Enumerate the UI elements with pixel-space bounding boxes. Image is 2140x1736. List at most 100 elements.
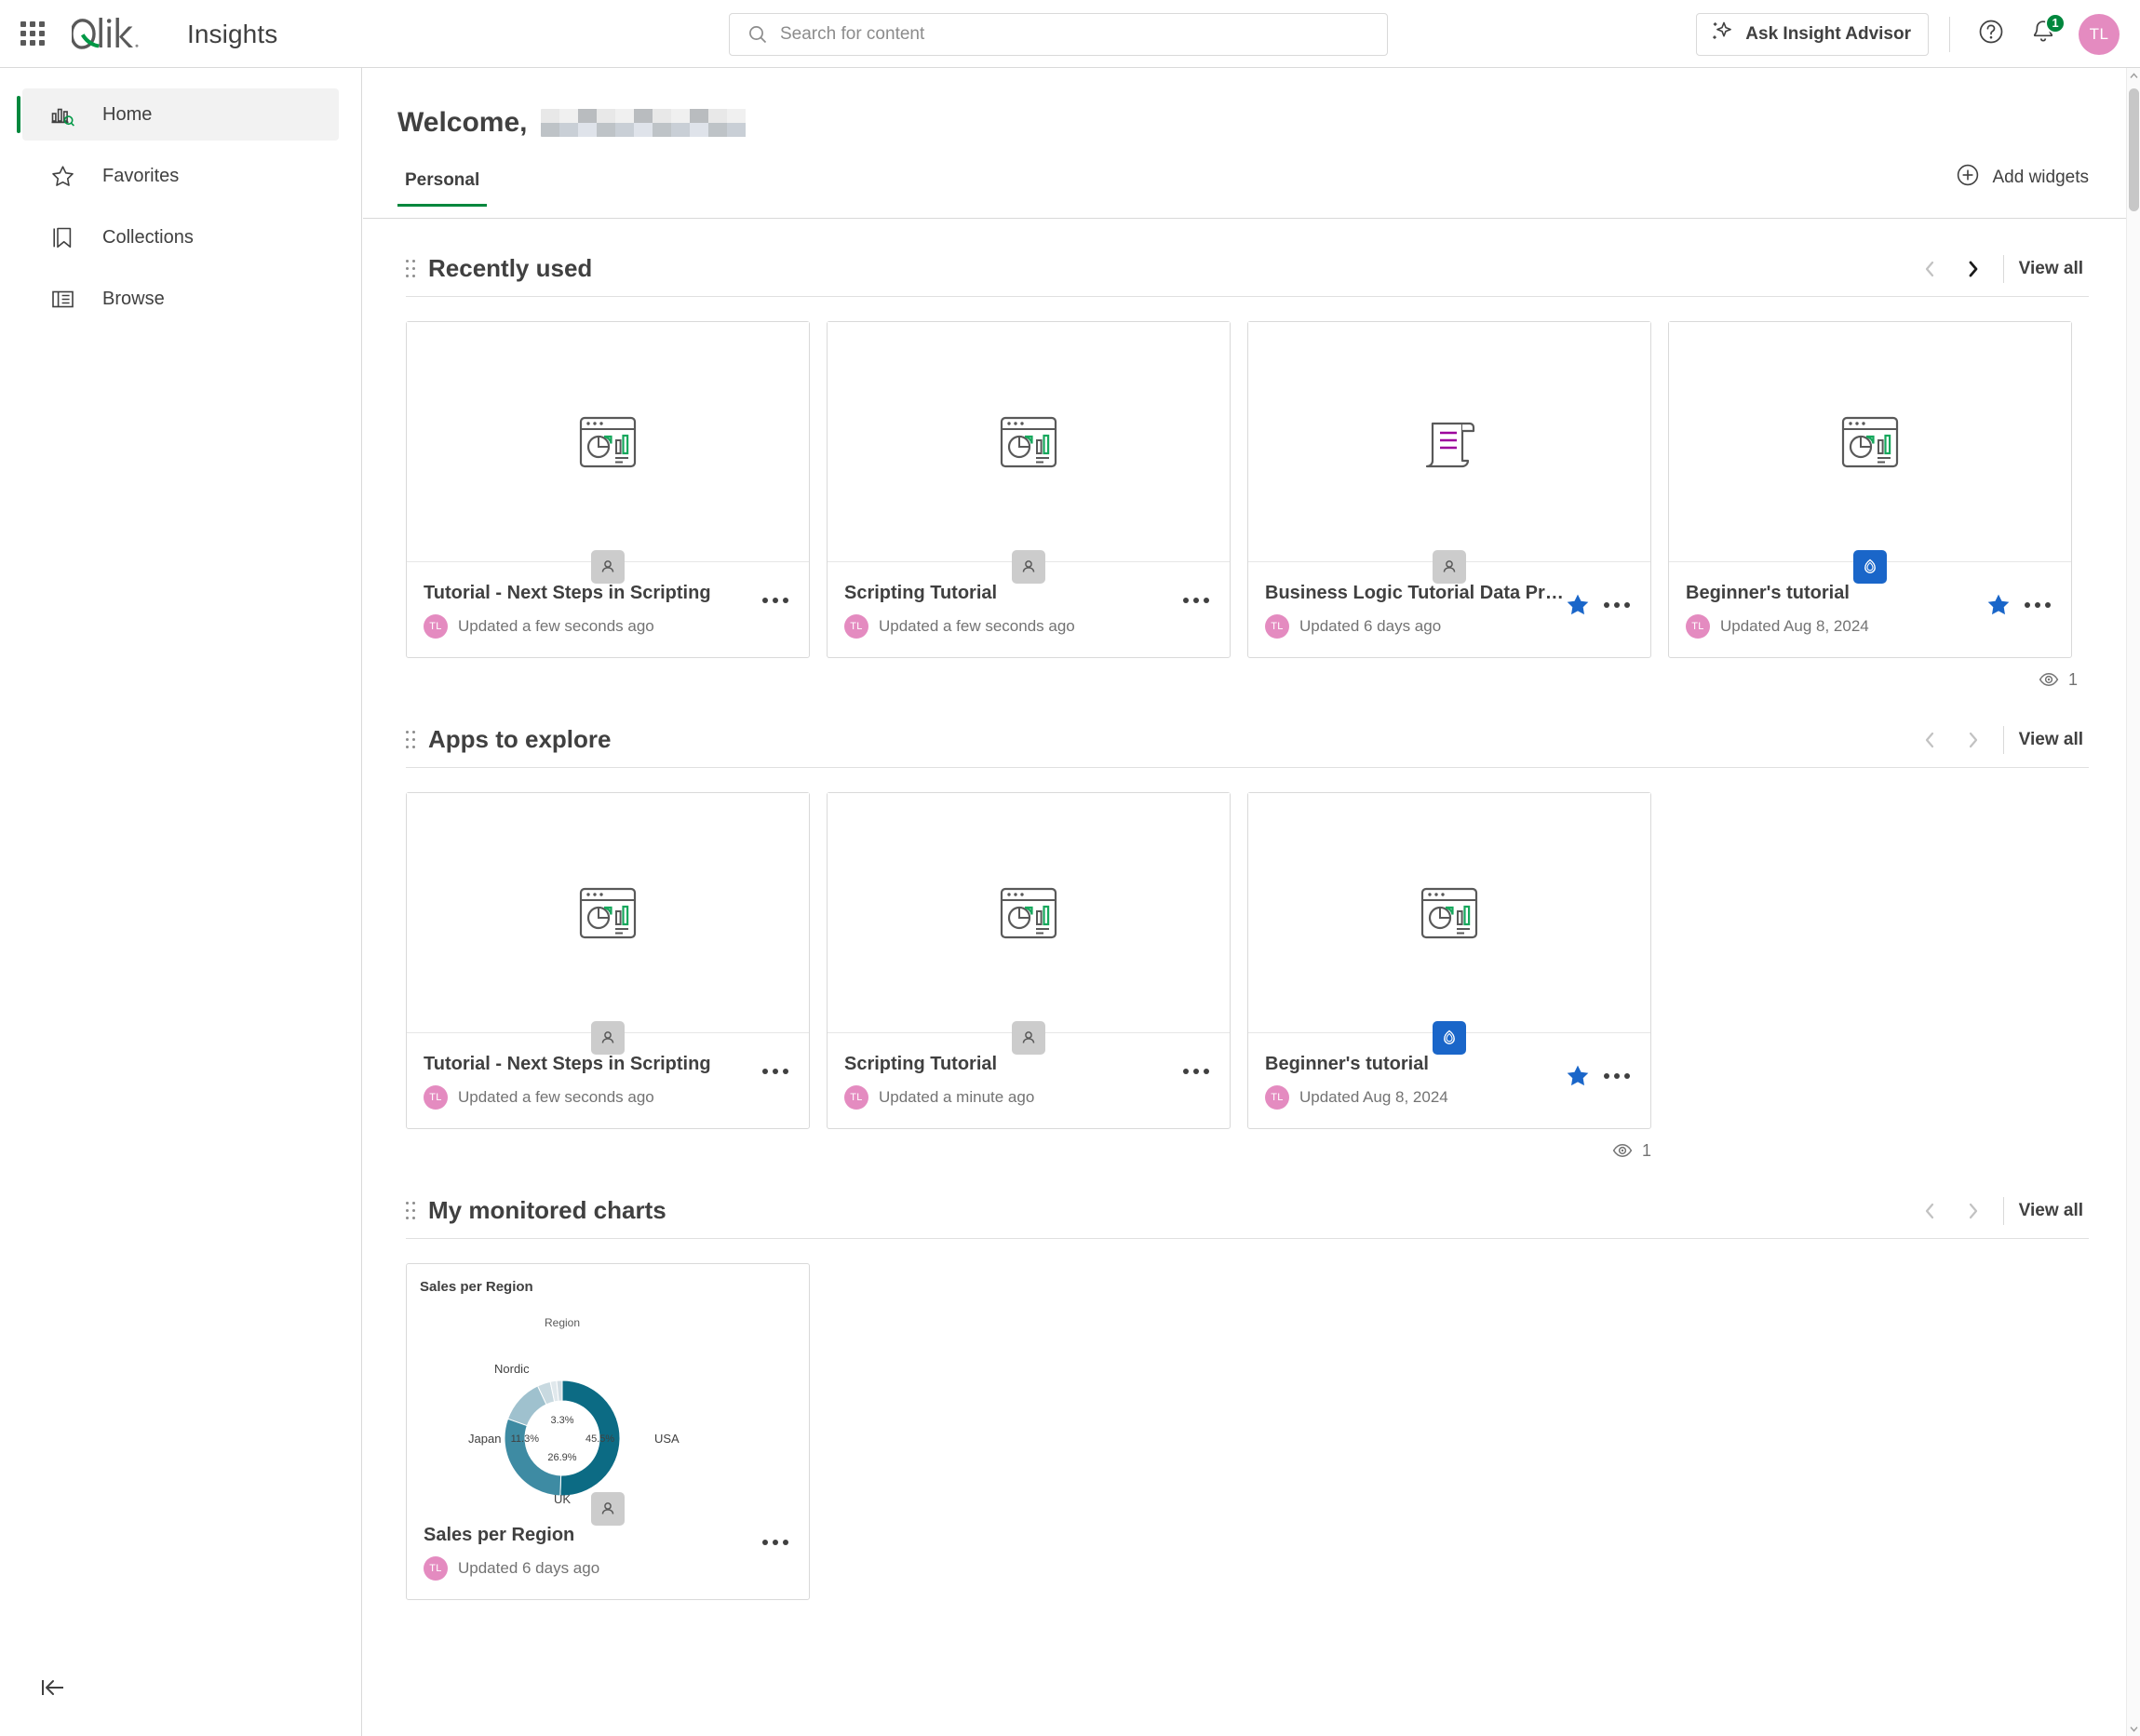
card-thumbnail <box>407 322 809 562</box>
person-icon <box>1022 1031 1035 1043</box>
card-actions <box>1565 583 1634 618</box>
qlik-logo[interactable] <box>72 12 167 55</box>
add-widgets-button[interactable]: Add widgets <box>1956 163 2089 193</box>
sidebar-item-label: Favorites <box>102 165 180 186</box>
card-updated-date: Updated a minute ago <box>879 1088 1035 1106</box>
svg-text:Region: Region <box>545 1316 580 1329</box>
card-meta: TL Updated a minute ago <box>844 1085 1179 1110</box>
view-all-link[interactable]: View all <box>2019 730 2089 750</box>
sidebar-item-browse[interactable]: Browse <box>22 273 339 325</box>
app-chart-icon <box>1000 887 1057 938</box>
person-icon <box>601 1502 614 1514</box>
scrollbar-thumb[interactable] <box>2129 88 2139 211</box>
views-indicator: 1 <box>400 1140 1655 1161</box>
scroll-up-arrow[interactable] <box>2127 68 2140 83</box>
waffle-grid-icon[interactable] <box>19 20 47 47</box>
card-meta: TL Updated 6 days ago <box>424 1556 759 1581</box>
card-thumbnail <box>828 793 1230 1033</box>
card-text: Scripting Tutorial TL Updated a minute a… <box>844 1054 1179 1110</box>
favorite-star-icon[interactable] <box>1985 592 2012 618</box>
sidebar-item-label: Browse <box>102 288 165 309</box>
card-owner-badge <box>1853 550 1887 584</box>
svg-text:3.3%: 3.3% <box>550 1415 573 1426</box>
card[interactable]: Beginner's tutorial TL Updated Aug 8, 20… <box>1668 321 2072 658</box>
drag-dots-icon[interactable] <box>406 1201 415 1221</box>
sidebar-item-favorites[interactable]: Favorites <box>22 150 339 202</box>
owner-avatar: TL <box>424 1085 448 1110</box>
tab-personal[interactable]: Personal <box>397 170 488 207</box>
qlik-space-icon <box>1864 558 1876 573</box>
card-meta: TL Updated a few seconds ago <box>424 614 759 639</box>
notifications-button[interactable]: 1 <box>2023 12 2066 55</box>
card-text: Sales per Region TL Updated 6 days ago <box>424 1525 759 1581</box>
owner-avatar: TL <box>1265 614 1289 639</box>
product-name: Insights <box>187 20 278 48</box>
card-more-options-button[interactable] <box>1179 1063 1213 1080</box>
app-chart-icon <box>1420 887 1478 938</box>
help-button[interactable] <box>1971 14 2012 55</box>
card[interactable]: Scripting Tutorial TL Updated a minute a… <box>827 792 1231 1129</box>
owner-avatar: TL <box>844 614 868 639</box>
carousel-next-button[interactable] <box>1953 248 1996 290</box>
card[interactable]: Tutorial - Next Steps in Scripting TL Up… <box>406 321 810 658</box>
ask-insight-advisor-label: Ask Insight Advisor <box>1745 23 1911 44</box>
card[interactable]: Sales per Region Region USA UK Japan Nor… <box>406 1263 810 1600</box>
search-bar[interactable] <box>729 13 1388 56</box>
card-more-options-button[interactable] <box>1179 592 1213 609</box>
drag-dots-icon[interactable] <box>406 730 415 750</box>
card-more-options-button[interactable] <box>2021 597 2054 613</box>
carousel-prev-button[interactable] <box>1910 248 1953 290</box>
card-more-options-button[interactable] <box>759 1534 792 1551</box>
owner-avatar: TL <box>424 1556 448 1581</box>
section-recently-used: Recently used View all Tutorial - Next S… <box>363 254 2126 690</box>
views-count: 1 <box>1641 1140 1651 1160</box>
view-all-link[interactable]: View all <box>2019 259 2089 279</box>
avatar[interactable]: TL <box>2079 13 2120 55</box>
script-scroll-icon <box>1425 422 1475 467</box>
section-title: My monitored charts <box>428 1196 666 1224</box>
card[interactable]: Tutorial - Next Steps in Scripting TL Up… <box>406 792 810 1129</box>
carousel-next-button[interactable] <box>1953 1190 1996 1232</box>
svg-text:11.3%: 11.3% <box>511 1433 540 1445</box>
collapse-sidebar-button[interactable] <box>37 1674 69 1705</box>
person-icon <box>1443 560 1456 572</box>
card-more-options-button[interactable] <box>759 592 792 609</box>
card-updated-date: Updated a few seconds ago <box>458 1088 654 1106</box>
owner-avatar: TL <box>1686 614 1710 639</box>
app-chart-icon <box>579 416 637 467</box>
search-input[interactable] <box>780 24 1387 45</box>
card-more-options-button[interactable] <box>1600 597 1634 613</box>
scroll-down-arrow[interactable] <box>2127 1721 2140 1736</box>
section-tools: View all <box>1910 248 2089 290</box>
card[interactable]: Business Logic Tutorial Data Prep TL Upd… <box>1247 321 1651 658</box>
tab-label: Personal <box>405 170 480 190</box>
sidebar-item-collections[interactable]: Collections <box>22 211 339 263</box>
ask-insight-advisor-button[interactable]: Ask Insight Advisor <box>1696 12 1929 56</box>
card[interactable]: Beginner's tutorial TL Updated Aug 8, 20… <box>1247 792 1651 1129</box>
card-text: Beginner's tutorial TL Updated Aug 8, 20… <box>1265 1054 1565 1110</box>
tools-divider <box>2002 254 2004 283</box>
card-list: Tutorial - Next Steps in Scripting TL Up… <box>406 321 2089 658</box>
carousel-prev-button[interactable] <box>1910 1190 1953 1232</box>
card-owner-badge <box>1433 1021 1466 1055</box>
drag-dots-icon[interactable] <box>406 259 415 279</box>
card-actions <box>759 1054 792 1080</box>
favorite-star-icon[interactable] <box>1565 1063 1591 1089</box>
carousel-prev-button[interactable] <box>1910 719 1953 761</box>
section-my-monitored-charts: My monitored charts View all Sales per R… <box>363 1196 2126 1600</box>
donut-chart: Region USA UK Japan Nordic 3.3% 45.5% 11… <box>468 1316 680 1506</box>
card-more-options-button[interactable] <box>1600 1068 1634 1084</box>
card-more-options-button[interactable] <box>759 1063 792 1080</box>
favorite-star-icon[interactable] <box>1565 592 1591 618</box>
views-indicator: 1 <box>400 669 2081 690</box>
page-scrollbar[interactable] <box>2126 68 2140 1736</box>
app-chart-icon <box>1841 416 1899 467</box>
card-thumbnail <box>828 322 1230 562</box>
svg-text:26.9%: 26.9% <box>547 1452 576 1463</box>
view-all-link[interactable]: View all <box>2019 1201 2089 1221</box>
tools-divider <box>2002 725 2004 754</box>
carousel-next-button[interactable] <box>1953 719 1996 761</box>
sidebar-item-home[interactable]: Home <box>17 88 339 141</box>
card[interactable]: Scripting Tutorial TL Updated a few seco… <box>827 321 1231 658</box>
card-text: Tutorial - Next Steps in Scripting TL Up… <box>424 583 759 639</box>
